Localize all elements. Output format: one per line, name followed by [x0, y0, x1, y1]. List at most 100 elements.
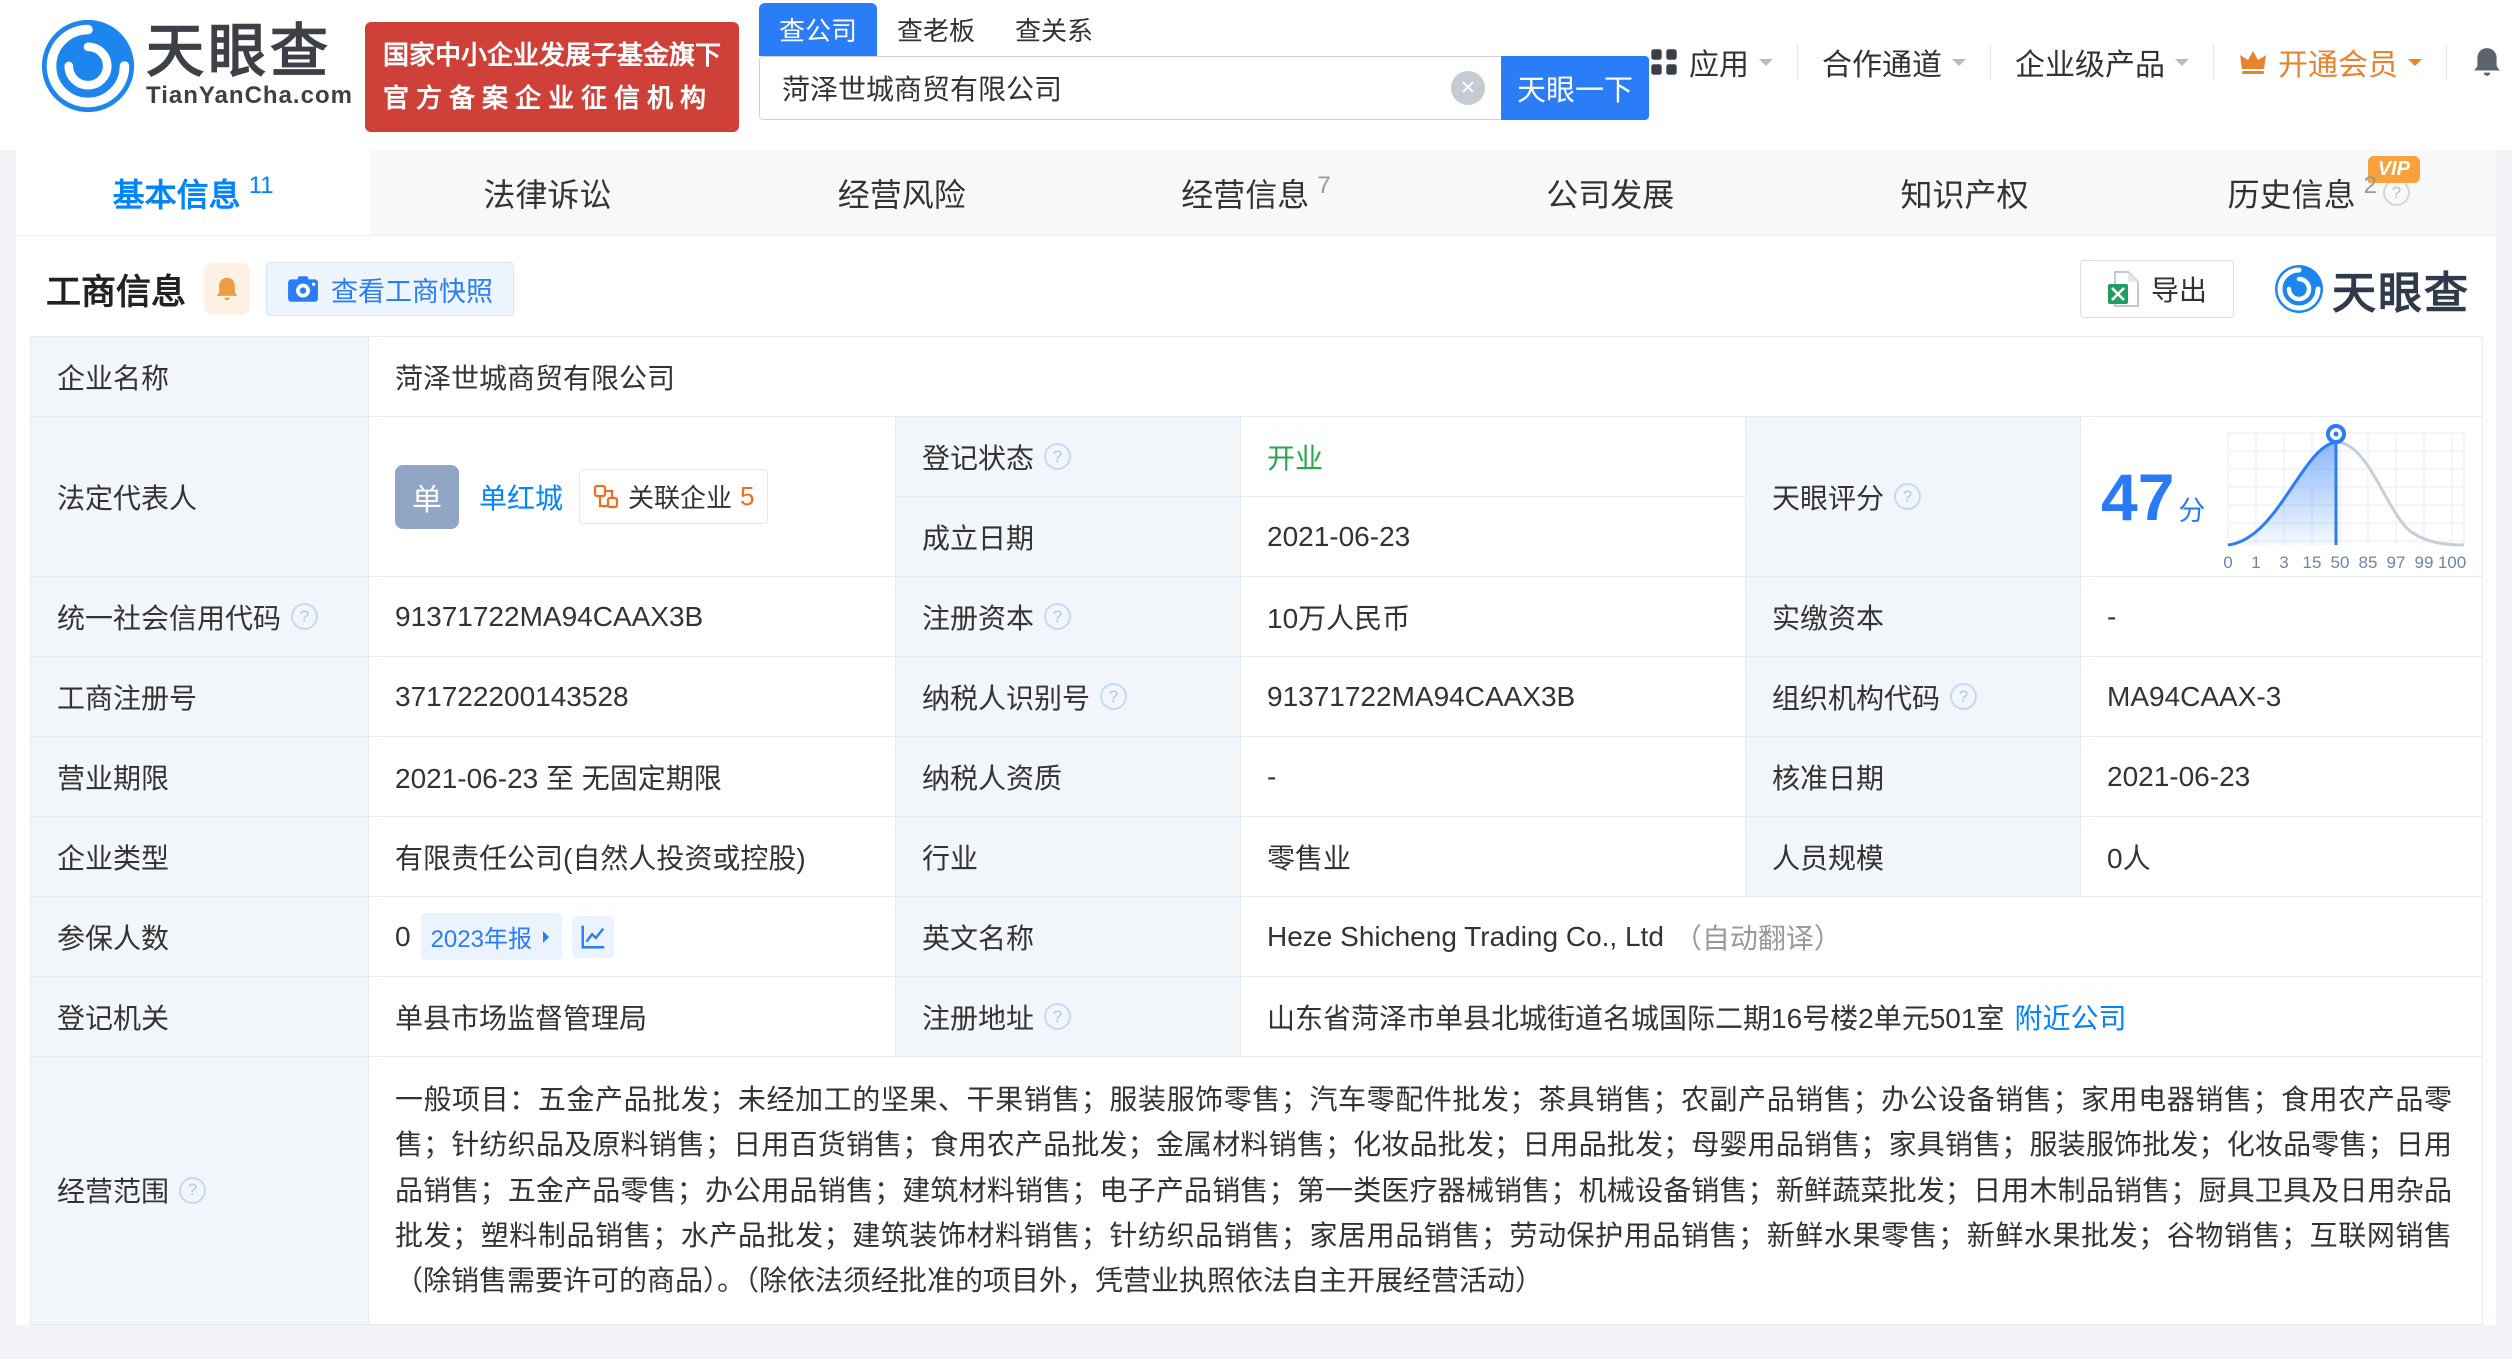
business-scope-label: 经营范围 ? — [31, 1057, 369, 1325]
gov-badge-line1: 国家中小企业发展子基金旗下 — [382, 40, 721, 70]
industry-label: 行业 — [896, 817, 1241, 897]
english-name-text: Heze Shicheng Trading Co., Ltd — [1267, 920, 1664, 952]
staff-size-value: 0人 — [2081, 817, 2483, 897]
search-tabs: 查公司 查老板 查关系 — [758, 3, 1649, 56]
nav-enterprise[interactable]: 企业级产品 — [2015, 40, 2189, 84]
tab-basic-info[interactable]: 基本信息 11 — [16, 150, 371, 235]
english-name-label: 英文名称 — [896, 897, 1241, 977]
reg-address-label: 注册地址 ? — [896, 977, 1241, 1057]
excel-icon — [2107, 271, 2139, 307]
approval-date-label: 核准日期 — [1746, 737, 2081, 817]
svg-text:15: 15 — [2303, 553, 2322, 572]
search-box: 查公司 查老板 查关系 ✕ 天眼一下 — [758, 3, 1649, 120]
tab-risk[interactable]: 经营风险 — [725, 150, 1079, 235]
nearby-companies-link[interactable]: 附近公司 — [2014, 997, 2126, 1037]
help-icon[interactable]: ? — [1894, 483, 1922, 510]
nav-partner[interactable]: 合作通道 — [1822, 40, 1966, 84]
nav-partner-label: 合作通道 — [1821, 49, 1942, 82]
reg-status-value: 开业 — [1241, 417, 1746, 497]
divider — [1796, 44, 1798, 80]
snapshot-button[interactable]: 查看工商快照 — [266, 262, 515, 316]
search-button[interactable]: 天眼一下 — [1500, 56, 1649, 120]
help-icon[interactable]: ? — [1044, 443, 1072, 470]
establish-date-label: 成立日期 — [896, 497, 1241, 577]
search-tab-company[interactable]: 查公司 — [758, 3, 877, 56]
related-companies-label: 关联企业 — [628, 483, 733, 513]
reg-authority-value: 单县市场监督管理局 — [369, 977, 896, 1057]
line-chart-icon — [581, 925, 605, 948]
label-text: 组织机构代码 — [1772, 682, 1941, 714]
brand-domain: TianYanCha.com — [146, 82, 353, 110]
export-button-label: 导出 — [2150, 275, 2207, 306]
notification-bell[interactable] — [2471, 45, 2503, 79]
avatar[interactable]: 单 — [395, 464, 459, 529]
reg-address-value: 山东省菏泽市单县北城街道名城国际二期16号楼2单元501室 附近公司 — [1241, 977, 2483, 1057]
divider — [1989, 44, 1991, 80]
section-head: 工商信息 查看工商快照 导出 天眼查 — [16, 236, 2496, 336]
score-label: 天眼评分 ? — [1746, 417, 2081, 577]
clear-search-icon[interactable]: ✕ — [1450, 71, 1485, 105]
label-text: 统一社会信用代码 — [57, 602, 282, 634]
reg-number-label: 工商注册号 — [31, 657, 369, 737]
approval-date-value: 2021-06-23 — [2081, 737, 2483, 817]
search-tab-relation[interactable]: 查关系 — [995, 3, 1113, 56]
tab-ip[interactable]: 知识产权 — [1787, 150, 2141, 235]
score-value: 47 — [2101, 459, 2175, 534]
credit-code-label: 统一社会信用代码 ? — [31, 577, 369, 657]
help-icon[interactable]: ? — [179, 1176, 207, 1204]
gov-certification-badge: 国家中小企业发展子基金旗下 官方备案企业征信机构 — [364, 22, 739, 132]
search-input[interactable] — [779, 71, 1451, 105]
staff-size-label: 人员规模 — [1746, 817, 2081, 897]
nav-apps[interactable]: 应用 — [1649, 40, 1773, 84]
monitor-bell-button[interactable] — [204, 263, 251, 315]
reg-address-text: 山东省菏泽市单县北城街道名城国际二期16号楼2单元501室 — [1267, 1002, 2005, 1034]
help-icon[interactable]: ? — [1044, 1003, 1072, 1030]
divider — [2445, 44, 2447, 80]
reg-capital-value: 10万人民币 — [1241, 577, 1746, 657]
vip-crown-icon — [2238, 48, 2268, 76]
help-icon[interactable]: ? — [2383, 179, 2411, 206]
reg-capital-label: 注册资本 ? — [896, 577, 1241, 657]
insured-count: 0 — [395, 920, 411, 952]
search-tab-boss[interactable]: 查老板 — [877, 3, 995, 56]
label-text: 天眼评分 — [1772, 482, 1885, 514]
legal-rep-link[interactable]: 单红城 — [479, 477, 563, 517]
label-text: 纳税人识别号 — [922, 682, 1091, 714]
help-icon[interactable]: ? — [1044, 603, 1072, 630]
org-chart-icon — [593, 484, 619, 508]
company-name-label: 企业名称 — [31, 337, 369, 417]
tab-label: 法律诉讼 — [483, 176, 612, 213]
taxpayer-id-label: 纳税人识别号 ? — [896, 657, 1241, 737]
label-text: 注册资本 — [922, 602, 1035, 634]
help-icon[interactable]: ? — [1950, 683, 1978, 710]
export-button[interactable]: 导出 — [2079, 260, 2234, 318]
tab-legal[interactable]: 法律诉讼 — [370, 150, 724, 235]
tianyancha-logo[interactable]: 天眼查 TianYanCha.com — [40, 18, 353, 114]
svg-text:1: 1 — [2251, 553, 2260, 572]
auto-translate-note: （自动翻译） — [1673, 922, 1842, 954]
section-title: 工商信息 — [46, 272, 187, 312]
chevron-down-icon — [1951, 59, 1966, 73]
svg-text:97: 97 — [2387, 553, 2406, 572]
divider — [2212, 44, 2214, 80]
score-cell: 47 分 0 1 3 15 50 85 97 99 100 — [2081, 417, 2483, 577]
paid-capital-value: - — [2081, 577, 2483, 657]
tab-development[interactable]: 公司发展 — [1433, 150, 1787, 235]
annual-report-badge[interactable]: 2023年报 — [420, 913, 562, 960]
camera-icon — [288, 276, 318, 302]
brand-name: 天眼查 — [146, 18, 333, 84]
tab-label: 历史信息 — [2227, 176, 2356, 213]
trend-chart-button[interactable] — [571, 915, 614, 958]
legal-rep-value: 单 单红城 关联企业 5 — [369, 417, 896, 577]
tab-label: 经营信息 — [1181, 176, 1310, 213]
top-nav: 应用 合作通道 企业级产品 开通会员 肖青羽 — [1649, 40, 2512, 84]
watermark-label: 天眼查 — [2332, 269, 2470, 318]
help-icon[interactable]: ? — [291, 603, 319, 630]
nav-vip[interactable]: 开通会员 — [2238, 40, 2422, 84]
tab-history[interactable]: VIP 历史信息 2 ? — [2142, 150, 2496, 235]
related-companies-badge[interactable]: 关联企业 5 — [579, 469, 768, 524]
tab-operation[interactable]: 经营信息 7 — [1079, 150, 1433, 235]
org-code-value: MA94CAAX-3 — [2081, 657, 2483, 737]
help-icon[interactable]: ? — [1100, 683, 1128, 710]
score-distribution-chart: 0 1 3 15 50 85 97 99 100 — [2223, 423, 2466, 572]
